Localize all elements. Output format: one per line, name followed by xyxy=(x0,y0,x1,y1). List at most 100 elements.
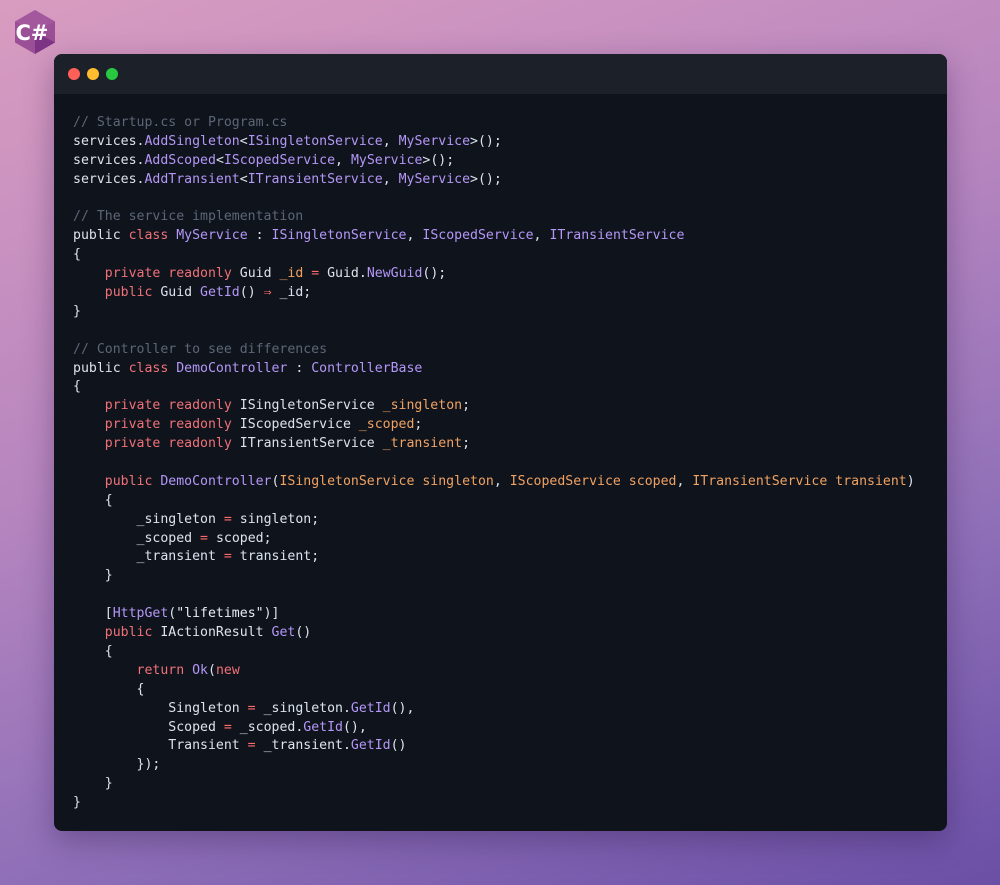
code-line: private readonly Guid _id = Guid.NewGuid… xyxy=(73,265,943,284)
code-token: ISingletonService xyxy=(271,228,407,244)
code-token: _transient. xyxy=(255,738,351,754)
code-token: _transient xyxy=(382,436,463,452)
code-token: services. xyxy=(73,152,145,168)
code-token: IScopedService scoped xyxy=(509,473,677,489)
code-token: AddScoped xyxy=(144,152,216,168)
code-line: } xyxy=(73,567,943,586)
code-token: Guid xyxy=(239,266,280,282)
code-line: services.AddTransient<ITransientService,… xyxy=(73,171,943,190)
code-line: public IActionResult Get() xyxy=(73,624,943,643)
code-token: ) xyxy=(906,473,915,489)
code-line: private readonly ISingletonService _sing… xyxy=(73,397,943,416)
code-token: = xyxy=(303,266,328,282)
code-token: { xyxy=(73,379,81,395)
code-token: } xyxy=(73,303,81,319)
code-line: _transient = transient; xyxy=(73,548,943,567)
logo-text: C# xyxy=(15,21,48,45)
code-line: // Startup.cs or Program.cs xyxy=(73,114,943,133)
code-token: = xyxy=(223,511,232,527)
code-token: scoped; xyxy=(208,530,272,546)
code-token: , xyxy=(533,228,550,244)
code-token: _scoped xyxy=(73,530,201,546)
code-token: < xyxy=(239,171,248,187)
code-token: = xyxy=(200,530,208,546)
code-token: = xyxy=(247,738,256,754)
code-token: = xyxy=(223,719,232,735)
code-token: "lifetimes" xyxy=(176,606,264,622)
code-token: MyService xyxy=(176,228,248,244)
code-token: [ xyxy=(73,606,113,622)
code-line: { xyxy=(73,643,943,662)
code-line: } xyxy=(73,794,943,813)
code-line: { xyxy=(73,681,943,700)
code-line: public class DemoController : Controller… xyxy=(73,360,943,379)
code-line: services.AddScoped<IScopedService, MySer… xyxy=(73,152,943,171)
code-line: { xyxy=(73,246,943,265)
code-token: IScopedService xyxy=(239,417,359,433)
code-token: , xyxy=(493,473,510,489)
code-token: } xyxy=(73,795,81,811)
code-token: { xyxy=(73,681,145,697)
code-token: services. xyxy=(73,133,145,149)
code-line: } xyxy=(73,775,943,794)
code-block: // Startup.cs or Program.cs services.AddS… xyxy=(73,114,943,813)
code-token: : xyxy=(287,360,312,376)
code-token: class xyxy=(128,228,177,244)
code-token: // The service implementation xyxy=(73,209,304,225)
code-line: private readonly ITransientService _tran… xyxy=(73,435,943,454)
code-token: (), xyxy=(390,700,415,716)
code-token: _id; xyxy=(271,285,312,301)
code-token: ; xyxy=(462,398,471,414)
code-token: public xyxy=(104,473,161,489)
code-token: ITransientService xyxy=(239,436,383,452)
code-token: // Controller to see differences xyxy=(73,341,328,357)
code-token: () xyxy=(295,625,312,641)
code-token: DemoController xyxy=(160,473,272,489)
code-token: public xyxy=(73,360,129,376)
code-token: _singleton. xyxy=(255,700,351,716)
code-token: ⇒ xyxy=(263,285,272,301)
code-token: // Startup.cs or Program.cs xyxy=(73,115,288,130)
window-titlebar xyxy=(54,54,947,94)
code-token: AddTransient xyxy=(144,171,240,187)
code-token: MyService xyxy=(350,152,423,168)
code-line: // The service implementation xyxy=(73,208,943,227)
code-token: , xyxy=(382,171,399,187)
code-token: } xyxy=(73,568,113,584)
code-token: { xyxy=(73,247,81,263)
code-token: ITransientService xyxy=(247,171,383,187)
code-line: { xyxy=(73,492,943,511)
code-token: IScopedService xyxy=(223,152,336,168)
minimize-dot-icon[interactable] xyxy=(87,68,99,80)
code-token: AddSingleton xyxy=(144,133,240,149)
code-token: ISingletonService xyxy=(247,133,383,149)
code-line: Transient = _transient.GetId() xyxy=(73,737,943,756)
code-token: private readonly xyxy=(104,417,240,433)
code-token: (), xyxy=(342,719,367,735)
code-token: ITransientService xyxy=(549,228,685,244)
code-line: public Guid GetId() ⇒ _id; xyxy=(73,284,943,303)
code-token: Guid. xyxy=(327,266,367,282)
code-token: _transient xyxy=(73,549,224,565)
code-line: }); xyxy=(73,756,943,775)
code-token: GetId xyxy=(200,285,240,301)
code-token: = xyxy=(223,549,232,565)
code-token: private readonly xyxy=(104,398,240,414)
code-token: >(); xyxy=(470,133,502,149)
code-token: _scoped xyxy=(358,417,415,433)
code-token: >(); xyxy=(422,152,455,168)
maximize-dot-icon[interactable] xyxy=(106,68,118,80)
code-token: , xyxy=(335,152,351,168)
close-dot-icon[interactable] xyxy=(68,68,80,80)
code-token: () xyxy=(390,738,407,754)
code-token: DemoController xyxy=(176,360,288,376)
code-token: _singleton xyxy=(73,511,224,527)
code-token: GetId xyxy=(303,719,343,735)
